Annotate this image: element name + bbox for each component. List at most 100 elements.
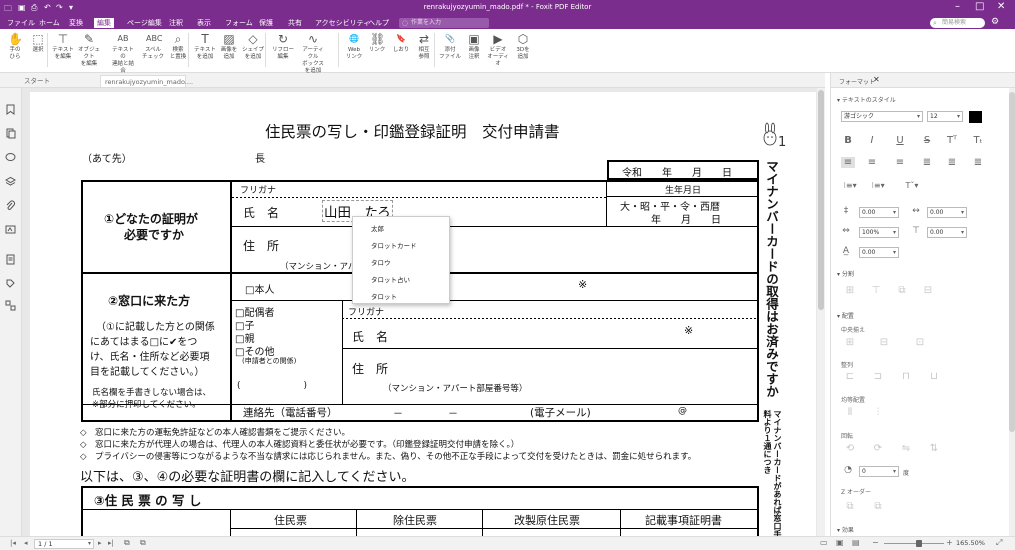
attachment-icon[interactable] (5, 200, 16, 211)
ribbon-button-link-text[interactable]: AB テキストの 連結と結合 (110, 31, 136, 74)
split-icon-2[interactable]: ⊤ (869, 285, 883, 296)
menu-convert[interactable]: 変換 (66, 18, 86, 28)
ribbon-button-select[interactable]: ⬚ 選択 (25, 31, 51, 71)
menu-view[interactable]: 表示 (194, 18, 214, 28)
zoom-slider-handle[interactable] (916, 540, 922, 547)
indent-input[interactable]: 0.00 (927, 227, 967, 238)
settings-icon[interactable]: ⚙ (991, 17, 999, 27)
tab-start[interactable]: スタート (20, 75, 54, 87)
ribbon-button-add-shape[interactable]: ◇ シェイプ を追加 (240, 31, 266, 71)
rotate-angle-input[interactable]: 0 (859, 466, 899, 477)
align-icon-4[interactable]: ⊔ (927, 371, 941, 382)
candidate-item[interactable]: タロット占い (371, 274, 410, 284)
align-icon-2[interactable]: ⊐ (871, 371, 885, 382)
strikethrough-icon[interactable]: S (920, 135, 934, 146)
menu-form[interactable]: フォーム (222, 18, 256, 28)
line-spacing-input[interactable]: 0.00 (859, 207, 899, 218)
tell-me-search[interactable]: ◌ 作業を入力 (399, 18, 489, 28)
menu-home[interactable]: ホーム (36, 18, 63, 28)
center-icon-1[interactable]: ⊞ (843, 337, 857, 348)
center-icon-3[interactable]: ⊡ (913, 337, 927, 348)
destinations-icon[interactable] (5, 300, 16, 311)
candidate-item[interactable]: 太郎 (371, 223, 384, 233)
ribbon-button-edit-object[interactable]: ✎ オブジェクト を編集 (76, 31, 102, 71)
align-left-icon[interactable]: ≡ (841, 157, 855, 168)
split-icon-3[interactable]: ⧉ (895, 285, 909, 296)
font-size-dropdown[interactable]: 12 (927, 111, 963, 122)
flip-icon-2[interactable]: ⇅ (927, 443, 941, 454)
relation-bracket[interactable]: ( ) (237, 378, 307, 391)
last-page-icon[interactable]: ▸| (108, 539, 114, 547)
minimize-icon[interactable]: – (955, 1, 960, 12)
align-icon-1[interactable]: ⊏ (843, 371, 857, 382)
split-icon-1[interactable]: ⊞ (843, 285, 857, 296)
pdf-page[interactable]: 住民票の写し・印鑑登録証明 交付申請書 1 （あて先） 長 令和 年 月 日 ①… (30, 92, 816, 536)
vertical-scrollbar[interactable] (817, 88, 825, 536)
ribbon-button-cross-ref[interactable]: ⇄ 相互 参照 (411, 31, 437, 71)
close-icon[interactable]: ✕ (997, 1, 1005, 12)
first-page-icon[interactable]: |◂ (10, 539, 16, 547)
menu-page-edit[interactable]: ページ編集 (124, 18, 165, 28)
distribute-icon[interactable]: ≣ (971, 157, 985, 168)
ribbon-button-find-replace[interactable]: ⌕ 検索 と置換 (165, 31, 191, 71)
char-spacing-input[interactable]: 0.00 (927, 207, 967, 218)
ribbon-button-video-audio[interactable]: ▶ ビデオ オーディオ (485, 31, 511, 71)
candidate-item[interactable]: タロットカード (371, 240, 417, 250)
panel-scroll-thumb[interactable] (1009, 92, 1015, 432)
menu-comment[interactable]: 注釈 (166, 18, 186, 28)
send-backward-icon[interactable]: ⧉ (871, 501, 885, 512)
menu-protect[interactable]: 保護 (256, 18, 276, 28)
ribbon-button-add-text[interactable]: T テキスト を追加 (192, 31, 218, 71)
justify-all-icon[interactable]: ≣ (945, 157, 959, 168)
panel-scrollbar[interactable] (1009, 88, 1015, 536)
horizontal-scale-input[interactable]: 100% (859, 227, 899, 238)
font-dropdown[interactable]: 游ゴシック (841, 111, 923, 122)
ribbon-button-add-3d[interactable]: ⬡ 3Dを 追加 (510, 31, 536, 71)
zoom-slider-track[interactable] (884, 543, 944, 544)
layers-icon[interactable] (5, 176, 16, 187)
justify-icon[interactable]: ≣ (920, 157, 934, 168)
ribbon-button-attach-file[interactable]: 📎 添付 ファイル (437, 31, 463, 71)
candidate-item[interactable]: タロット (371, 291, 397, 301)
zoom-in-icon[interactable]: + (946, 538, 953, 547)
menu-help[interactable]: ヘルプ (365, 18, 392, 28)
find-input[interactable]: ⌕ 簡易検索 (930, 18, 985, 28)
ribbon-button-article-box[interactable]: ∿ アーティクル ボックスを追加 (300, 31, 326, 74)
baseline-input[interactable]: 0.00 (859, 247, 899, 258)
scroll-thumb[interactable] (818, 90, 824, 310)
tags-icon[interactable] (5, 278, 16, 289)
align-icon-3[interactable]: ⊓ (899, 371, 913, 382)
page-view-icon[interactable]: ⧉ (124, 538, 130, 548)
checkbox-self[interactable]: □本人 (245, 281, 274, 296)
maximize-icon[interactable]: □ (975, 1, 984, 12)
bold-icon[interactable]: B (841, 135, 855, 146)
zoom-level[interactable]: 165.50% (956, 539, 985, 547)
ribbon-button-spell-check[interactable]: ABC スペル チェック (140, 31, 166, 71)
bring-forward-icon[interactable]: ⧉ (843, 501, 857, 512)
fit-page-icon[interactable]: ▣ (836, 538, 844, 547)
numbered-list-icon[interactable]: ⁝≡▾ (871, 181, 885, 190)
fullscreen-icon[interactable]: ⤢ (996, 538, 1002, 548)
bookmark-icon[interactable] (5, 104, 16, 115)
text-direction-icon[interactable]: Tˇ▾ (905, 181, 919, 190)
content-icon[interactable] (5, 254, 16, 265)
signature-icon[interactable] (5, 224, 16, 235)
ribbon-button-edit-text[interactable]: ⊤ テキスト を編集 (50, 31, 76, 71)
next-page-icon[interactable]: ▸ (98, 539, 102, 547)
comment-icon[interactable] (5, 152, 16, 163)
menu-file[interactable]: ファイル (4, 18, 38, 28)
rotate-icon-2[interactable]: ⟳ (871, 443, 885, 454)
font-color-swatch[interactable] (969, 111, 982, 123)
italic-icon[interactable]: I (865, 135, 879, 146)
distribute-icon-1[interactable]: ⫴ (843, 407, 857, 418)
superscript-icon[interactable]: Tᵀ (945, 135, 959, 146)
underline-icon[interactable]: U (893, 135, 907, 146)
flip-icon-1[interactable]: ⇋ (899, 443, 913, 454)
read-mode-icon[interactable]: ▭ (820, 538, 828, 547)
rotate-icon-1[interactable]: ⟲ (843, 443, 857, 454)
subscript-icon[interactable]: Tₜ (971, 135, 985, 146)
tab-document[interactable]: renrakujyozyumin_mado.... (100, 75, 193, 87)
menu-edit[interactable]: 編集 (94, 18, 114, 28)
split-icon-4[interactable]: ⊟ (921, 285, 935, 296)
page-number-input[interactable]: 1 / 1 ▾ (34, 539, 94, 549)
